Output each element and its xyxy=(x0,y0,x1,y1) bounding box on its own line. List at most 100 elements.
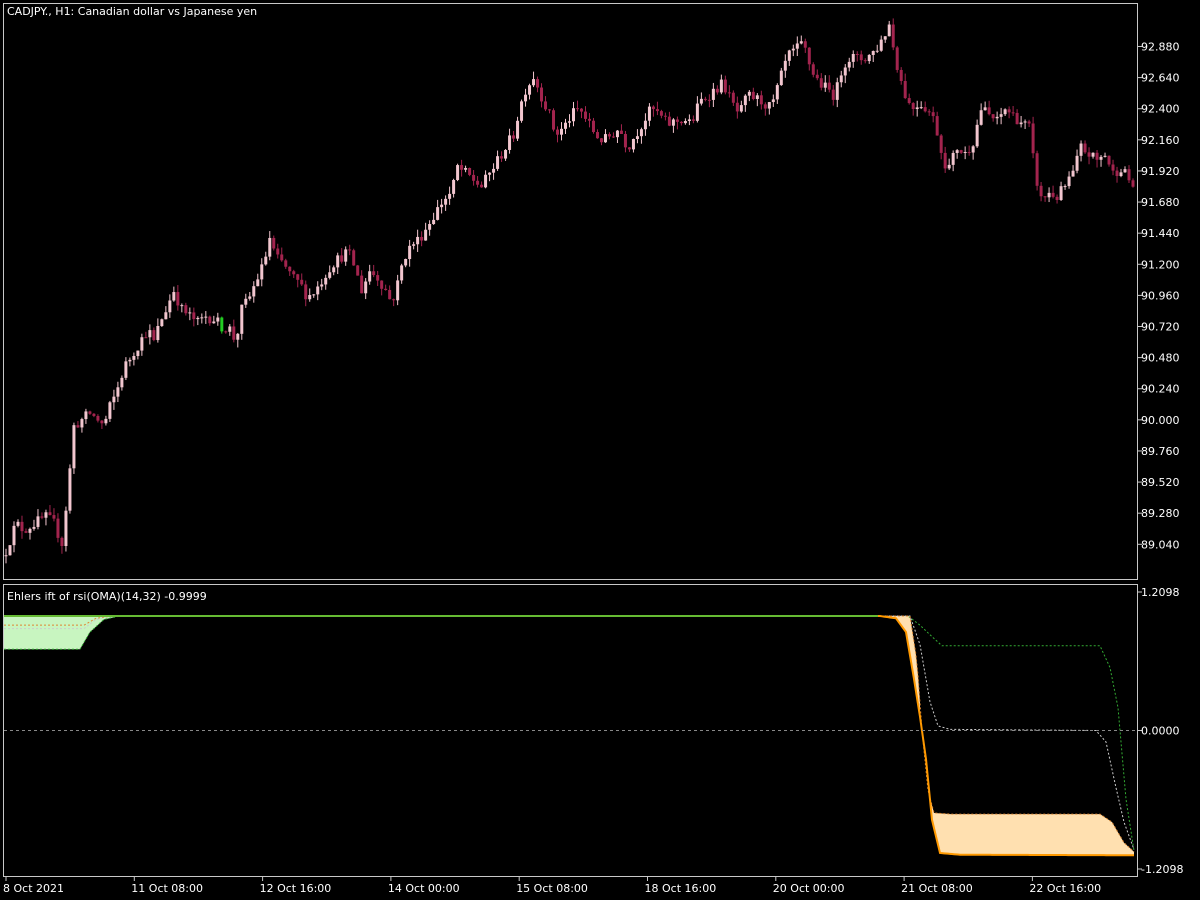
candle-body xyxy=(108,402,112,419)
candle-body xyxy=(599,138,603,143)
candle-body xyxy=(739,105,743,112)
candle-body xyxy=(40,516,44,518)
candle-body xyxy=(56,518,60,538)
candle-body xyxy=(1023,121,1027,123)
candle-body xyxy=(799,41,803,44)
candle-body xyxy=(939,135,943,153)
candle-body xyxy=(44,512,48,518)
candle-body xyxy=(224,331,228,333)
chart-canvas[interactable]: 92.880 92.640 92.400 92.160 91.920 91.680 91.4… xyxy=(0,0,1200,900)
candle-body xyxy=(963,151,967,153)
candle-body xyxy=(212,321,216,324)
candle-body xyxy=(935,116,939,136)
candle-body xyxy=(76,425,80,428)
indicator-title: Ehlers ift of rsi(OMA)(14,32) -0.9999 xyxy=(7,590,207,603)
candle-body xyxy=(284,260,288,267)
candle-body xyxy=(232,326,236,340)
candle-body xyxy=(172,292,176,301)
candle-body xyxy=(1003,109,1007,115)
candle-body xyxy=(623,133,627,148)
candle-body xyxy=(508,135,512,150)
candle-body xyxy=(627,147,631,150)
candle-body xyxy=(1075,155,1079,171)
candle-body xyxy=(164,312,168,320)
candle-body xyxy=(400,265,404,281)
candle-body xyxy=(767,102,771,109)
candle-body xyxy=(695,103,699,121)
candle-body xyxy=(1087,152,1091,157)
candle-body xyxy=(132,356,136,360)
candle-body xyxy=(52,515,56,519)
candle-body xyxy=(887,24,891,37)
candle-body xyxy=(272,237,276,249)
candle-body xyxy=(192,312,196,320)
candle-body xyxy=(372,271,376,276)
candle-body xyxy=(779,70,783,86)
candle-body xyxy=(883,36,887,40)
candle-body xyxy=(1063,186,1067,188)
candle-body xyxy=(1123,169,1127,173)
candle-body xyxy=(116,387,120,397)
candle-body xyxy=(216,317,220,322)
candle-body xyxy=(176,292,180,306)
candle-body xyxy=(452,179,456,194)
candle-body xyxy=(340,255,344,262)
candle-body xyxy=(344,249,348,262)
candle-body xyxy=(488,172,492,175)
candle-body xyxy=(579,108,583,112)
candle-body xyxy=(839,75,843,83)
candle-body xyxy=(1019,122,1023,125)
time-tick-label: 12 Oct 16:00 xyxy=(260,882,332,895)
candle-body xyxy=(603,134,607,143)
price-tick-label: 90.960 xyxy=(1141,289,1180,302)
candle-body xyxy=(532,79,536,86)
candle-body xyxy=(815,74,819,79)
candle-body xyxy=(312,294,316,296)
candle-body xyxy=(931,112,935,117)
candle-body xyxy=(288,266,292,272)
candle-body xyxy=(380,280,384,289)
price-tick-label: 90.720 xyxy=(1141,321,1180,334)
candle-body xyxy=(759,95,763,105)
candle-body xyxy=(911,103,915,110)
time-tick-label: 18 Oct 16:00 xyxy=(645,882,717,895)
price-tick-label: 90.480 xyxy=(1141,352,1180,365)
candle-body xyxy=(1031,123,1035,154)
candle-body xyxy=(1011,112,1015,114)
candle-body xyxy=(1007,109,1011,113)
candle-body xyxy=(823,82,827,88)
indicator-tick-label: 1.2098 xyxy=(1141,586,1180,599)
candle-body xyxy=(999,114,1003,117)
candle-body xyxy=(48,512,52,516)
candle-body xyxy=(364,281,368,294)
candle-body xyxy=(60,537,64,547)
price-tick-label: 91.440 xyxy=(1141,227,1180,240)
candle-body xyxy=(1051,192,1055,197)
candle-body xyxy=(104,418,108,424)
candle-body xyxy=(8,545,12,556)
candle-body xyxy=(200,317,204,319)
indicator-upper-fill xyxy=(4,616,116,650)
candle-body xyxy=(376,275,380,281)
candle-body xyxy=(643,120,647,130)
candle-body xyxy=(735,102,739,112)
candle-body xyxy=(607,134,611,137)
candle-body xyxy=(144,337,148,339)
candle-body xyxy=(424,229,428,241)
candle-body xyxy=(1119,172,1123,177)
candle-body xyxy=(959,150,963,153)
candle-body xyxy=(228,326,232,332)
indicator-lower-fill xyxy=(930,797,1134,856)
candle-body xyxy=(1043,196,1047,198)
candle-body xyxy=(619,130,623,134)
candle-body xyxy=(352,250,356,266)
candle-body xyxy=(807,47,811,65)
candle-body xyxy=(444,198,448,205)
candle-body xyxy=(1127,169,1131,181)
candle-body xyxy=(1035,153,1039,186)
candle-body xyxy=(983,107,987,111)
candle-body xyxy=(148,330,152,338)
price-tick-label: 90.240 xyxy=(1141,383,1180,396)
candle-body xyxy=(1131,180,1135,187)
candle-body xyxy=(88,411,92,414)
